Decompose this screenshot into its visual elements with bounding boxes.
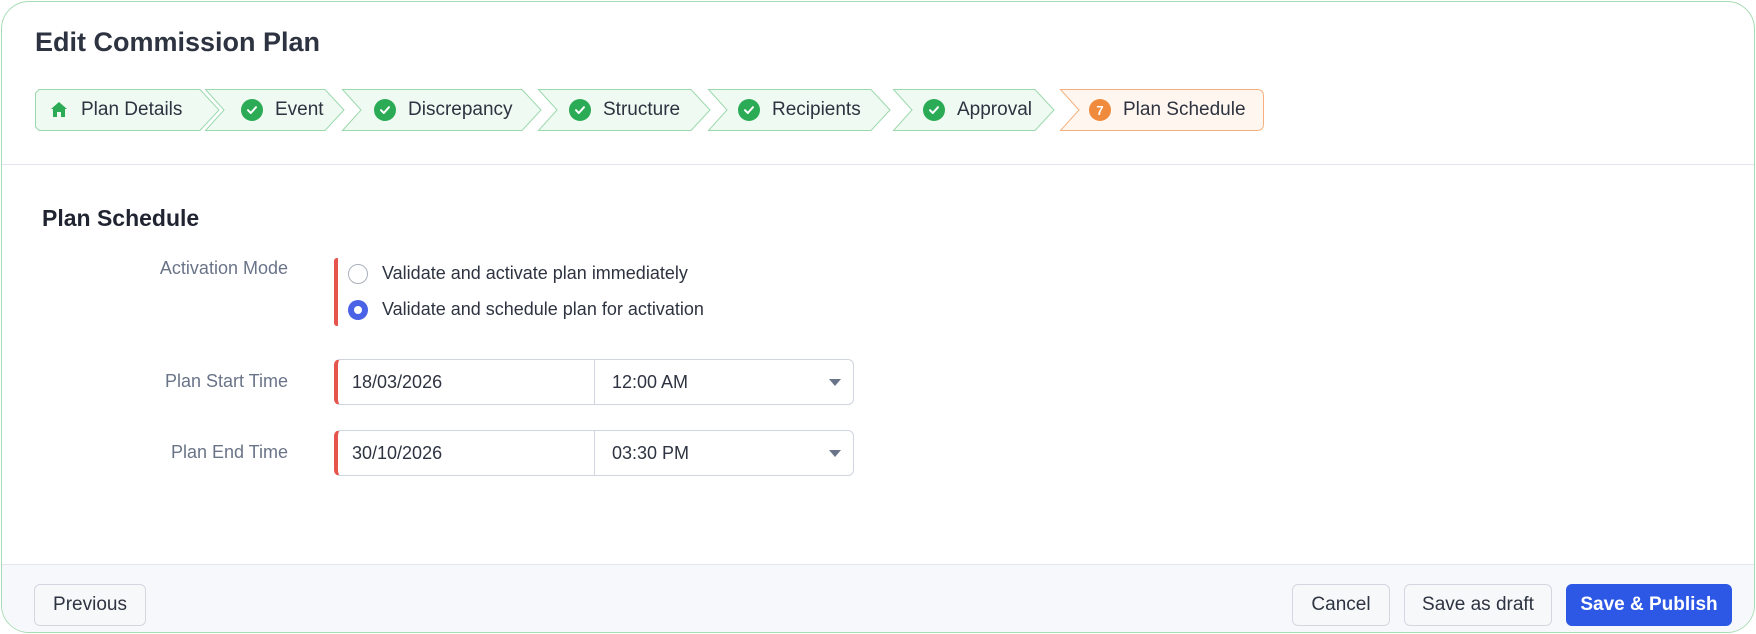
step-label: Structure <box>603 99 681 120</box>
cancel-button[interactable]: Cancel <box>1292 584 1390 626</box>
activation-mode-label: Activation Mode <box>159 258 288 278</box>
radio-activate-immediately[interactable]: Validate and activate plan immediately <box>348 263 688 284</box>
step-discrepancy[interactable]: Discrepancy <box>341 89 542 131</box>
section-title: Plan Schedule <box>42 205 200 231</box>
check-circle-icon <box>374 99 396 121</box>
step-label: Approval <box>957 99 1032 120</box>
step-approval[interactable]: Approval <box>892 89 1055 131</box>
field-separator <box>594 431 595 475</box>
step-label: Plan Schedule <box>1123 99 1246 120</box>
start-date-input[interactable]: 18/03/2026 <box>352 360 442 404</box>
field-separator <box>594 360 595 404</box>
chevron-down-icon[interactable] <box>829 379 841 386</box>
plan-stepper: Plan Details Event Discrepancy Structure… <box>35 89 1275 131</box>
radio-label: Validate and activate plan immediately <box>382 263 688 283</box>
chevron-down-icon[interactable] <box>829 450 841 457</box>
plan-start-datetime: 18/03/2026 12:00 AM <box>334 359 854 405</box>
plan-end-datetime: 30/10/2026 03:30 PM <box>334 430 854 476</box>
radio-button-selected[interactable] <box>348 299 368 320</box>
save-publish-button[interactable]: Save & Publish <box>1566 584 1732 626</box>
check-circle-icon <box>569 99 591 121</box>
radio-button[interactable] <box>348 263 368 284</box>
step-event[interactable]: Event <box>204 89 345 131</box>
activation-mode-radio-group: Validate and activate plan immediately V… <box>334 258 754 326</box>
check-circle-icon <box>241 99 263 121</box>
radio-label: Validate and schedule plan for activatio… <box>382 299 704 319</box>
step-label: Plan Details <box>81 99 183 120</box>
radio-schedule-activation[interactable]: Validate and schedule plan for activatio… <box>348 299 704 320</box>
footer-bar: Previous Cancel Save as draft Save & Pub… <box>2 564 1754 632</box>
edit-commission-plan-card: Edit Commission Plan Plan Details Event … <box>1 1 1755 633</box>
save-draft-button[interactable]: Save as draft <box>1404 584 1552 626</box>
page-title: Edit Commission Plan <box>35 27 321 57</box>
step-plan-schedule[interactable]: 7 Plan Schedule <box>1059 89 1264 131</box>
end-date-input[interactable]: 30/10/2026 <box>352 431 442 475</box>
step-plan-details[interactable]: Plan Details <box>35 89 220 131</box>
end-time-select[interactable]: 03:30 PM <box>612 431 689 475</box>
check-circle-icon <box>923 99 945 121</box>
step-label: Discrepancy <box>408 99 513 120</box>
step-number-badge: 7 <box>1089 99 1111 121</box>
step-structure[interactable]: Structure <box>537 89 711 131</box>
plan-start-time-label: Plan Start Time <box>164 371 288 391</box>
step-label: Recipients <box>772 99 861 120</box>
step-label: Event <box>275 99 324 120</box>
step-recipients[interactable]: Recipients <box>707 89 891 131</box>
home-icon <box>49 100 69 120</box>
previous-button[interactable]: Previous <box>34 584 146 626</box>
plan-end-time-label: Plan End Time <box>170 442 288 462</box>
header-divider <box>2 164 1754 165</box>
start-time-select[interactable]: 12:00 AM <box>612 360 688 404</box>
check-circle-icon <box>738 99 760 121</box>
